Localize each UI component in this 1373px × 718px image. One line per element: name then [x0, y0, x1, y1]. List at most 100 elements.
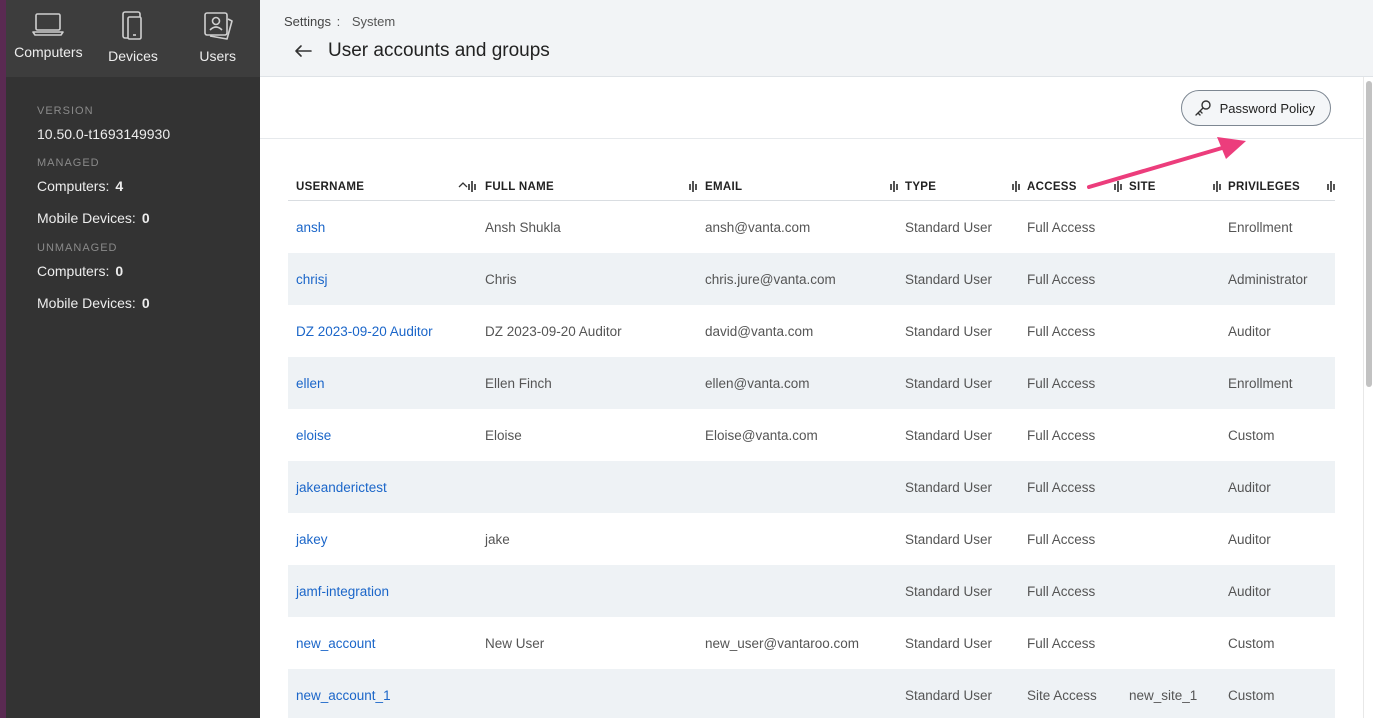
cell-username[interactable]: chrisj — [288, 253, 328, 305]
cell-username[interactable]: jamf-integration — [288, 565, 389, 617]
cell-access: Full Access — [1027, 219, 1096, 235]
cell-type: Standard User — [905, 271, 993, 287]
cell-privileges: Enrollment — [1228, 375, 1293, 391]
cell-full-name: Ellen Finch — [485, 375, 552, 391]
col-label: EMAIL — [705, 180, 743, 193]
col-username[interactable]: USERNAME — [288, 172, 364, 201]
mobile-device-icon — [122, 11, 142, 40]
col-label: USERNAME — [296, 180, 365, 193]
table-row[interactable]: jamf-integration Standard User Full Access… — [288, 565, 1335, 617]
title-row: User accounts and groups — [284, 40, 1373, 62]
page-header: Settings : System User accounts and grou… — [260, 0, 1373, 77]
back-arrow-icon[interactable] — [294, 44, 312, 58]
cell-email — [697, 565, 705, 617]
stat-count: 0 — [115, 263, 124, 279]
table-row[interactable]: ansh Ansh Shukla ansh@vanta.com Standard Us… — [288, 201, 1335, 253]
cell-privileges: Enrollment — [1228, 219, 1293, 235]
table-header: USERNAME FULL NAME EMAIL TYPE ACCESS SIT… — [288, 172, 1335, 201]
col-access[interactable]: ACCESS — [1019, 172, 1077, 201]
stat-label: Computers: — [37, 263, 110, 279]
cell-full-name: Eloise — [485, 427, 522, 443]
nav-computers-label: Computers — [14, 44, 83, 60]
managed-heading: MANAGED — [37, 157, 100, 169]
sort-ascending-icon[interactable] — [458, 180, 468, 190]
cell-access: Full Access — [1027, 479, 1096, 495]
cell-site — [1121, 461, 1129, 513]
table-row[interactable]: jakey jake Standard User Full Access Auditor — [288, 513, 1335, 565]
cell-access: Full Access — [1027, 635, 1096, 651]
cell-type: Standard User — [905, 323, 993, 339]
cell-username[interactable]: DZ 2023-09-20 Auditor — [288, 305, 433, 357]
unmanaged-mobile-devices: Mobile Devices: 0 — [37, 295, 260, 311]
table-row[interactable]: chrisj Chris chris.jure@vanta.com Standard … — [288, 253, 1335, 305]
managed-mobile-devices: Mobile Devices: 0 — [37, 210, 260, 226]
cell-privileges: Auditor — [1228, 479, 1271, 495]
col-label: TYPE — [905, 180, 937, 193]
table-row[interactable]: eloise Eloise Eloise@vanta.com Standard Use… — [288, 409, 1335, 461]
cell-type: Standard User — [905, 479, 993, 495]
table-row[interactable]: ellen Ellen Finch ellen@vanta.com Standard … — [288, 357, 1335, 409]
cell-username[interactable]: ansh — [288, 201, 325, 253]
key-icon — [1194, 100, 1211, 116]
breadcrumb-system[interactable]: System — [352, 14, 395, 29]
cell-full-name: Chris — [485, 271, 517, 287]
nav-users[interactable]: Users — [175, 0, 260, 77]
cell-access: Full Access — [1027, 323, 1096, 339]
password-policy-button[interactable]: Password Policy — [1180, 90, 1331, 126]
scrollbar-thumb[interactable] — [1366, 81, 1372, 387]
page-title: User accounts and groups — [328, 40, 550, 61]
password-policy-label: Password Policy — [1219, 100, 1315, 116]
cell-access: Full Access — [1027, 427, 1096, 443]
breadcrumb-settings[interactable]: Settings — [284, 14, 331, 29]
nav-devices[interactable]: Devices — [91, 0, 176, 77]
column-resize-handle[interactable] — [468, 181, 476, 192]
cell-privileges: Auditor — [1228, 583, 1271, 599]
cell-privileges: Custom — [1228, 427, 1275, 443]
cell-site — [1121, 253, 1129, 305]
col-privileges[interactable]: PRIVILEGES — [1220, 172, 1300, 201]
cell-type: Standard User — [905, 687, 993, 703]
version-heading: VERSION — [37, 105, 94, 117]
cell-username[interactable]: ellen — [288, 357, 325, 409]
users-table: USERNAME FULL NAME EMAIL TYPE ACCESS SIT… — [288, 172, 1335, 718]
column-resize-handle[interactable] — [689, 181, 697, 192]
cell-email: chris.jure@vanta.com — [705, 271, 836, 287]
table-row[interactable]: DZ 2023-09-20 Auditor DZ 2023-09-20 Audit… — [288, 305, 1335, 357]
cell-type: Standard User — [905, 531, 993, 547]
cell-username[interactable]: jakey — [288, 513, 328, 565]
cell-email — [697, 513, 705, 565]
version-value: 10.50.0-t1693149930 — [37, 126, 171, 142]
cell-email: Eloise@vanta.com — [705, 427, 818, 443]
sidebar: Computers Devices Users VERSION 10.50.0-… — [6, 0, 260, 718]
breadcrumb: Settings : System — [284, 0, 1373, 29]
col-label: PRIVILEGES — [1228, 180, 1301, 193]
cell-access: Full Access — [1027, 531, 1096, 547]
table-row[interactable]: new_account_1 Standard User Site Access new… — [288, 669, 1335, 718]
cell-username[interactable]: new_account_1 — [288, 669, 391, 718]
user-card-icon — [203, 12, 233, 40]
cell-access: Full Access — [1027, 583, 1096, 599]
col-full-name[interactable]: FULL NAME — [477, 172, 554, 201]
col-label: SITE — [1129, 180, 1156, 193]
col-label: FULL NAME — [485, 180, 554, 193]
cell-username[interactable]: jakeanderictest — [288, 461, 387, 513]
nav-computers[interactable]: Computers — [6, 0, 91, 77]
cell-site — [1121, 565, 1129, 617]
cell-type: Standard User — [905, 427, 993, 443]
managed-computers: Computers: 4 — [37, 178, 260, 194]
cell-username[interactable]: eloise — [288, 409, 331, 461]
col-type[interactable]: TYPE — [897, 172, 936, 201]
cell-privileges: Custom — [1228, 635, 1275, 651]
col-site[interactable]: SITE — [1121, 172, 1156, 201]
vertical-scrollbar[interactable] — [1363, 77, 1373, 718]
table-row[interactable]: jakeanderictest Standard User Full Access A… — [288, 461, 1335, 513]
table-row[interactable]: new_account New User new_user@vantaroo.com… — [288, 617, 1335, 669]
nav-users-label: Users — [199, 48, 236, 64]
cell-full-name — [477, 669, 485, 718]
cell-email — [697, 669, 705, 718]
cell-privileges: Custom — [1228, 687, 1275, 703]
col-email[interactable]: EMAIL — [697, 172, 742, 201]
cell-full-name: New User — [485, 635, 545, 651]
cell-username[interactable]: new_account — [288, 617, 376, 669]
column-resize-handle[interactable] — [1327, 181, 1335, 192]
